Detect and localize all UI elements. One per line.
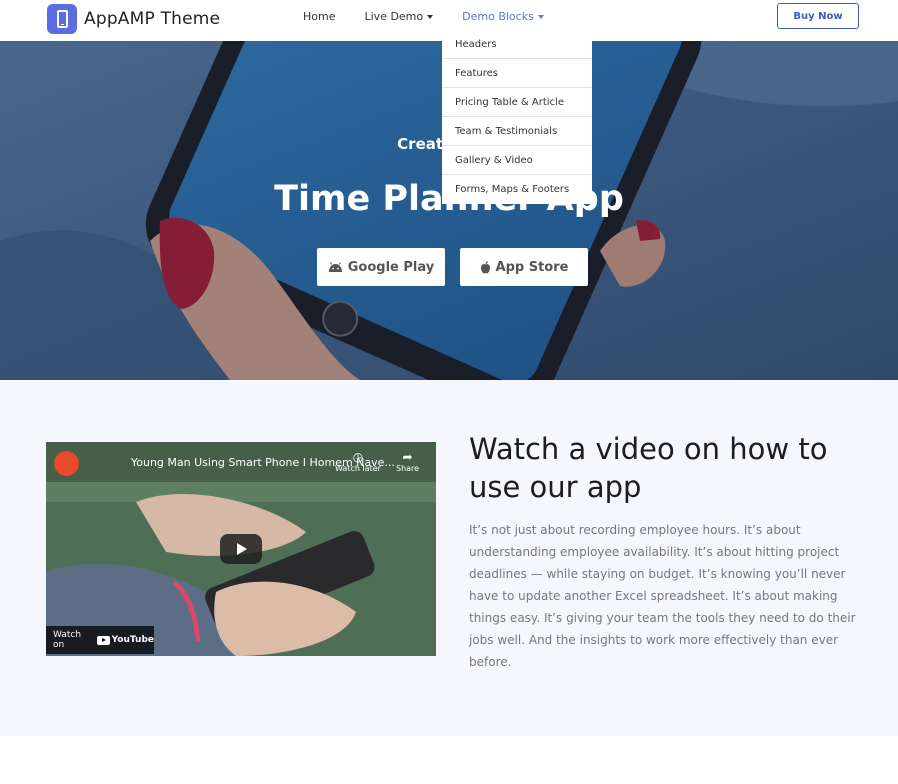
dropdown-item-pricing[interactable]: Pricing Table & Article	[442, 88, 592, 117]
video-embed[interactable]: Young Man Using Smart Phone I Homem Nave…	[46, 442, 436, 656]
brand-name: AppAMP Theme	[84, 9, 221, 29]
caret-down-icon	[427, 14, 434, 19]
play-icon[interactable]	[220, 534, 262, 564]
phone-icon	[47, 4, 77, 34]
youtube-label: YouTube	[111, 635, 154, 645]
nav-menu: Home Live Demo Demo Blocks	[303, 10, 573, 23]
dropdown-item-forms[interactable]: Forms, Maps & Footers	[442, 175, 592, 204]
nav-item-label: Live Demo	[364, 10, 424, 23]
watch-later-button[interactable]: ◷ Watch later	[335, 450, 381, 473]
brand[interactable]: AppAMP Theme	[47, 4, 220, 34]
buy-now-button[interactable]: Buy Now	[777, 3, 859, 29]
section-heading: Watch a video on how to use our app	[469, 432, 828, 504]
apple-icon	[480, 260, 491, 274]
dropdown-item-headers[interactable]: Headers	[442, 30, 592, 59]
share-label: Share	[396, 464, 420, 473]
nav-item-label: Demo Blocks	[462, 10, 534, 23]
share-icon: ➦	[402, 450, 413, 464]
watch-on-youtube[interactable]: Watch on YouTube	[46, 626, 154, 654]
watch-later-label: Watch later	[335, 464, 381, 473]
dropdown-item-features[interactable]: Features	[442, 59, 592, 88]
nav-item-live-demo[interactable]: Live Demo	[364, 10, 434, 23]
hero-buttons: Google Play App Store	[317, 248, 588, 286]
app-store-button[interactable]: App Store	[460, 248, 588, 286]
share-button[interactable]: ➦ Share	[396, 450, 419, 473]
demo-blocks-dropdown: Headers Features Pricing Table & Article…	[442, 30, 592, 204]
nav-item-demo-blocks[interactable]: Demo Blocks	[462, 10, 544, 23]
nav-item-label: Home	[303, 10, 336, 23]
clock-icon: ◷	[352, 450, 364, 464]
dropdown-item-gallery[interactable]: Gallery & Video	[442, 146, 592, 175]
app-store-label: App Store	[495, 259, 569, 275]
android-icon	[328, 262, 343, 272]
watch-on-label: Watch on	[53, 630, 82, 650]
section-body-text: It’s not just about recording employee h…	[469, 523, 856, 669]
google-play-button[interactable]: Google Play	[317, 248, 445, 286]
nav-item-home[interactable]: Home	[303, 10, 335, 23]
channel-avatar[interactable]	[54, 451, 79, 476]
google-play-label: Google Play	[347, 259, 435, 275]
dropdown-item-team[interactable]: Team & Testimonials	[442, 117, 592, 146]
youtube-logo-icon: YouTube	[96, 635, 154, 645]
video-section: Young Man Using Smart Phone I Homem Nave…	[0, 380, 898, 736]
caret-down-icon	[537, 14, 544, 19]
